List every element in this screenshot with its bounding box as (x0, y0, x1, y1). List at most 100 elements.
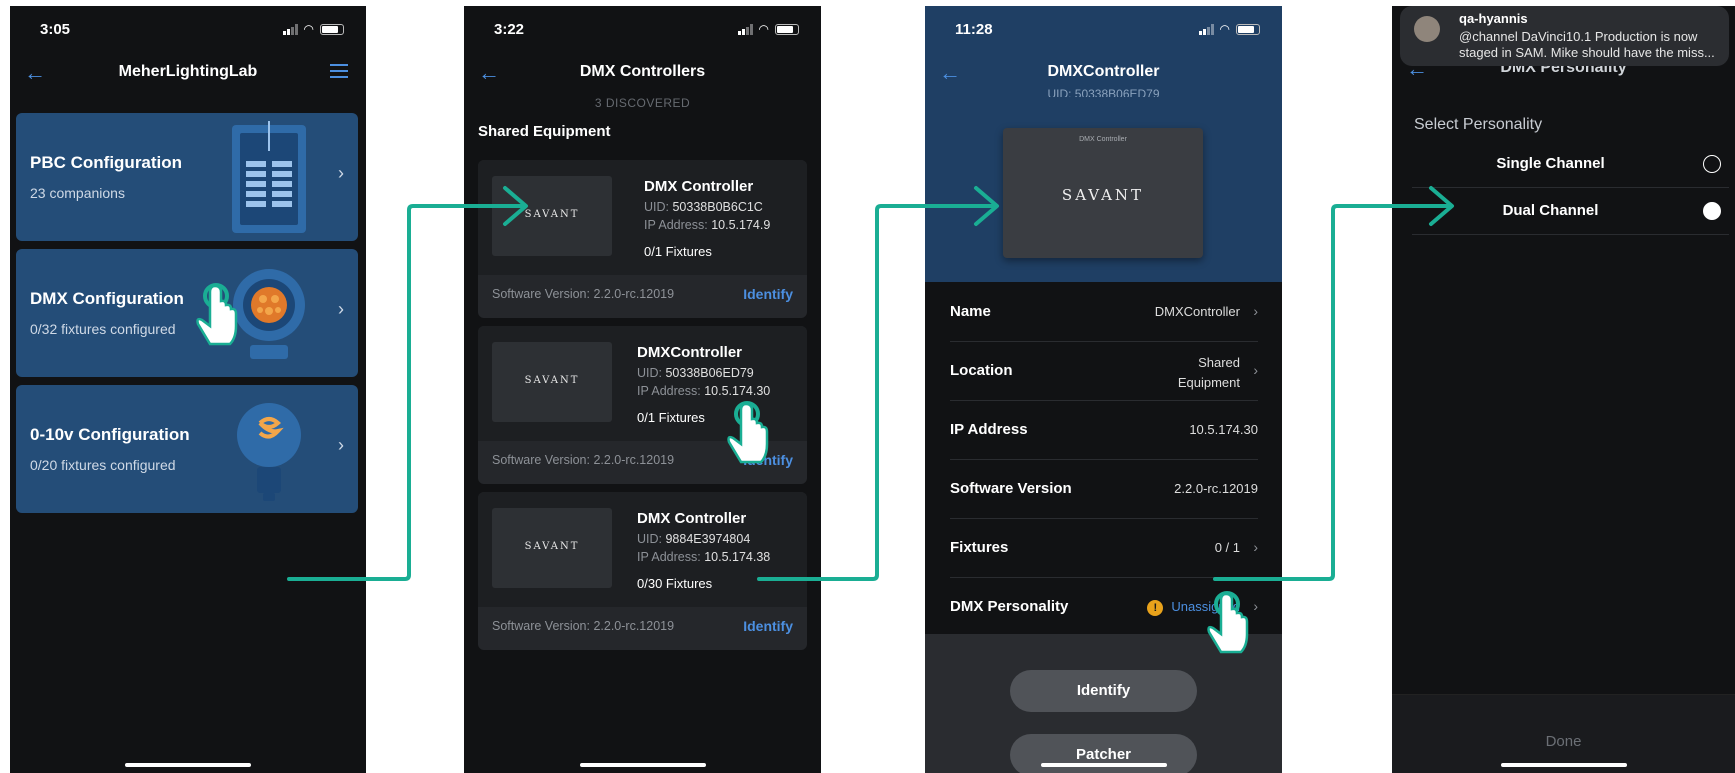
screen-dmx-personality: ← DMX Personality qa-hyannis @channel Da… (1392, 6, 1735, 773)
back-arrow-icon[interactable]: ← (939, 60, 961, 86)
cellular-signal-icon (282, 23, 298, 35)
row-value: Unassigned (1171, 599, 1240, 614)
pbc-configuration-card[interactable]: PBC Configuration 23 companions › (16, 113, 358, 241)
uid-value: 50338B06ED79 (665, 366, 754, 380)
screen-dmx-controllers: 3:22 ◠ ← DMX Controllers 3 DISCOVERED Sh… (464, 6, 821, 773)
software-version: Software Version: 2.2.0-rc.12019 (492, 287, 675, 301)
status-icons: ◠ (1198, 22, 1260, 36)
done-button[interactable]: Done (1392, 733, 1735, 750)
chevron-right-icon: › (338, 435, 344, 455)
row-value: 0 / 1 (1214, 540, 1240, 555)
dmx-controller-image: SAVANT (492, 508, 612, 588)
row-value: 2.2.0-rc.12019 (1174, 481, 1258, 496)
row-label: Name (950, 303, 991, 320)
electrical-panel-icon (232, 121, 306, 233)
device-ip: IP Address: 10.5.174.9 (644, 218, 770, 232)
dmx-configuration-card[interactable]: DMX Configuration 0/32 fixtures configur… (16, 249, 358, 377)
uid-label: UID: (637, 532, 662, 546)
device-card[interactable]: SAVANT DMX Controller UID: 50338B0B6C1C … (478, 160, 807, 318)
radio-selected-icon[interactable] (1703, 202, 1721, 220)
chevron-right-icon: › (1253, 539, 1258, 555)
row-label: IP Address (950, 421, 1028, 438)
chevron-right-icon: › (338, 299, 344, 319)
device-card[interactable]: SAVANT DMX Controller UID: 9884E3974804 … (478, 492, 807, 650)
option-label: Single Channel (1496, 155, 1605, 172)
device-uid: UID: 50338B06ED79 (1047, 87, 1160, 97)
ip-label: IP Address: (644, 218, 708, 232)
uid-value: 9884E3974804 (665, 532, 751, 546)
ip-value: 10.5.174.30 (704, 384, 771, 398)
notification-sender: qa-hyannis (1459, 11, 1528, 26)
row-value: Shared Equipment (1178, 353, 1240, 393)
dmx-personality-row[interactable]: DMX Personality ! Unassigned › (950, 578, 1258, 637)
card-subtitle: 0/20 fixtures configured (30, 457, 176, 473)
hamburger-menu-icon[interactable] (330, 64, 348, 82)
nav-bar: ← MeherLightingLab (10, 50, 366, 94)
chevron-right-icon: › (1253, 303, 1258, 319)
ip-label: IP Address: (637, 384, 701, 398)
status-bar: 11:28 ◠ (925, 6, 1282, 50)
identify-button[interactable]: Identify (743, 618, 793, 634)
patcher-button[interactable]: Patcher (1010, 734, 1197, 773)
option-dual-channel[interactable]: Dual Channel (1412, 188, 1729, 235)
wifi-icon: ◠ (303, 22, 314, 36)
fixtures-row[interactable]: Fixtures 0 / 1 › (950, 519, 1258, 578)
software-version: Software Version: 2.2.0-rc.12019 (492, 619, 675, 633)
done-footer: Done (1392, 694, 1735, 773)
section-header: Shared Equipment (478, 123, 611, 140)
back-arrow-icon[interactable]: ← (478, 60, 500, 86)
device-uid: UID: 50338B06ED79 (637, 366, 754, 380)
battery-icon (320, 23, 344, 35)
home-indicator (1500, 763, 1627, 767)
page-title: MeherLightingLab (118, 63, 258, 80)
device-fixtures: 0/1 Fixtures (644, 244, 712, 259)
stage-light-icon (233, 269, 305, 359)
device-name: DMXController (637, 344, 742, 361)
name-row[interactable]: Name DMXController › (950, 283, 1258, 342)
uid-value: 50338B0B6C1C (672, 200, 763, 214)
image-brand: SAVANT (1061, 186, 1145, 204)
light-bulb-icon (237, 403, 301, 501)
status-bar: 3:05 ◠ (10, 6, 366, 50)
device-uid: UID: 9884E3974804 (637, 532, 750, 546)
dmx-controller-image: SAVANT (492, 342, 612, 422)
card-subtitle: 0/32 fixtures configured (30, 321, 176, 337)
row-label: Software Version (950, 480, 1072, 497)
radio-unselected-icon[interactable] (1703, 155, 1721, 173)
screen-dmx-controller-detail: 11:28 ◠ ← DMXController UID: 50338B06ED7… (925, 6, 1282, 773)
ip-value: 10.5.174.38 (704, 550, 771, 564)
row-value-line: Shared (1198, 355, 1240, 370)
cellular-signal-icon (1198, 23, 1214, 35)
identify-button[interactable]: Identify (743, 286, 793, 302)
image-brand: SAVANT (524, 209, 580, 220)
option-single-channel[interactable]: Single Channel (1412, 141, 1729, 188)
cellular-signal-icon (737, 23, 753, 35)
status-icons: ◠ (282, 22, 344, 36)
action-footer: Identify Patcher (925, 634, 1282, 773)
nav-bar: ← DMX Controllers (464, 50, 821, 94)
location-row[interactable]: Location Shared Equipment › (950, 342, 1258, 401)
device-fixtures: 0/30 Fixtures (637, 576, 713, 591)
0-10v-configuration-card[interactable]: 0-10v Configuration 0/20 fixtures config… (16, 385, 358, 513)
back-arrow-icon[interactable]: ← (24, 60, 46, 86)
push-notification-banner[interactable]: qa-hyannis @channel DaVinci10.1 Producti… (1400, 6, 1729, 66)
chevron-right-icon: › (1253, 598, 1258, 614)
card-title: 0-10v Configuration (30, 425, 190, 444)
warning-icon: ! (1147, 599, 1164, 616)
device-name: DMX Controller (644, 178, 754, 195)
device-fixtures[interactable]: 0/1 Fixtures (637, 410, 705, 425)
status-icons: ◠ (737, 22, 799, 36)
select-personality-label: Select Personality (1414, 116, 1543, 133)
row-value: DMXController (1154, 304, 1240, 319)
device-card[interactable]: SAVANT DMXController UID: 50338B06ED79 I… (478, 326, 807, 484)
identify-button[interactable]: Identify (743, 452, 793, 468)
battery-icon (775, 23, 799, 35)
device-properties: Name DMXController › Location Shared Equ… (925, 283, 1282, 637)
image-brand: SAVANT (524, 375, 580, 386)
notification-message: @channel DaVinci10.1 Production is now s… (1459, 29, 1715, 60)
row-label: Fixtures (950, 539, 1009, 556)
software-version: Software Version: 2.2.0-rc.12019 (492, 453, 675, 467)
device-ip: IP Address: 10.5.174.30 (637, 384, 770, 398)
identify-button[interactable]: Identify (1010, 670, 1197, 712)
page-title: DMXController (1047, 63, 1160, 80)
